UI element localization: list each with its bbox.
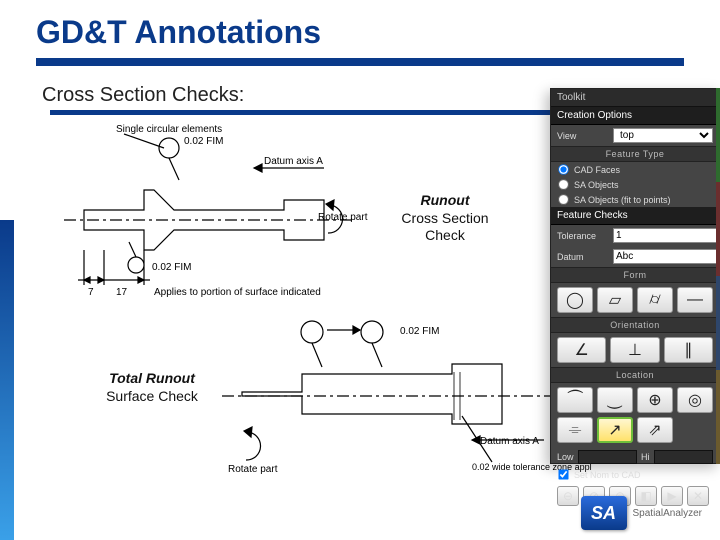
d1-single-elements: Single circular elements <box>116 124 222 135</box>
grid-form: ◯ ▱ ⌭ — <box>551 283 719 317</box>
radio-sa-objects[interactable] <box>558 179 568 189</box>
d1-datum: Datum axis A <box>264 156 323 167</box>
toolkit-panel: Toolkit Creation Options View top Featur… <box>550 88 720 464</box>
btn-a-icon[interactable]: ⊖ <box>557 486 579 506</box>
sec-location: Location <box>551 367 719 383</box>
btn-perpendicularity-icon[interactable]: ⊥ <box>610 337 659 363</box>
subheading: Cross Section Checks: <box>42 84 244 107</box>
side-tab-4[interactable] <box>716 370 720 464</box>
diagram-runout: Single circular elements 0.02 FIM Datum … <box>54 120 374 310</box>
label-runout: Runout Cross Section Check <box>380 192 510 245</box>
d1-applies: Applies to portion of surface indicated <box>154 287 321 298</box>
panel-bar-creation: Creation Options <box>551 107 719 125</box>
label-tolerance: Tolerance <box>557 231 607 241</box>
slide-header: GD&T Annotations <box>36 14 321 51</box>
row-datum: Datum <box>551 246 719 267</box>
btn-angularity-icon[interactable]: ∠ <box>557 337 606 363</box>
d1-fim1: 0.02 FIM <box>184 136 223 147</box>
title-underline <box>36 58 684 66</box>
d2-fim: 0.02 FIM <box>400 326 439 337</box>
input-hi[interactable] <box>654 450 714 464</box>
btn-symmetry-icon[interactable]: ⌯ <box>557 417 593 443</box>
grid-orientation: ∠ ⊥ ∥ <box>551 333 719 367</box>
side-tab-3[interactable] <box>716 276 720 370</box>
input-tolerance[interactable] <box>613 228 720 243</box>
btn-total-runout-icon[interactable]: ⇗ <box>637 417 673 443</box>
btn-concentricity-icon[interactable]: ◎ <box>677 387 713 413</box>
label-runout-l3: Check <box>380 227 510 245</box>
btn-straightness-icon[interactable]: — <box>677 287 713 313</box>
btn-flatness-icon[interactable]: ▱ <box>597 287 633 313</box>
label-hi: Hi <box>641 452 650 462</box>
sub-underline <box>50 110 550 115</box>
slide-title: GD&T Annotations <box>36 14 321 51</box>
label-runout-title: Runout <box>380 192 510 210</box>
sec-form: Form <box>551 267 719 283</box>
radio-sa-fit[interactable] <box>558 194 568 204</box>
diagram-total-runout: 0.02 FIM Rotate part Datum axis A 0.02 w… <box>172 312 592 492</box>
btn-runout-icon[interactable]: ↗ <box>597 417 633 443</box>
lbl-cad-faces: CAD Faces <box>574 165 620 175</box>
label-runout-l2: Cross Section <box>380 210 510 228</box>
sec-feature-type: Feature Type <box>551 146 719 162</box>
left-accent-bar <box>0 220 14 540</box>
d1-fim2: 0.02 FIM <box>152 262 191 273</box>
side-tab-1[interactable] <box>716 88 720 182</box>
grid-location: ⏜ ⏝ ⊕ ◎ ⌯ ↗ ⇗ <box>551 383 719 447</box>
side-tab-2[interactable] <box>716 182 720 276</box>
lbl-set-nom: Set Nom to CAD <box>574 470 641 480</box>
logo: SA SpatialAnalyzer <box>581 496 702 530</box>
panel-title-toolkit: Toolkit <box>551 89 719 107</box>
btn-profile-surface-icon[interactable]: ⏜ <box>557 387 593 413</box>
label-view: View <box>557 131 607 141</box>
lbl-sa-objects: SA Objects <box>574 180 619 190</box>
btn-parallelism-icon[interactable]: ∥ <box>664 337 713 363</box>
row-view: View top <box>551 125 719 146</box>
lbl-sa-fit: SA Objects (fit to points) <box>574 195 671 205</box>
input-low[interactable] <box>578 450 638 464</box>
sec-orientation: Orientation <box>551 317 719 333</box>
input-datum[interactable] <box>613 249 720 264</box>
d1-dim7: 7 <box>88 287 94 298</box>
select-view[interactable]: top <box>613 128 713 143</box>
row-tolerance: Tolerance <box>551 225 719 246</box>
btn-profile-line-icon[interactable]: ⏝ <box>597 387 633 413</box>
d2-datum: Datum axis A <box>480 436 539 447</box>
btn-position-icon[interactable]: ⊕ <box>637 387 673 413</box>
label-low: Low <box>557 452 574 462</box>
d1-rotate-l1: Rotate part <box>318 212 368 223</box>
btn-cylindricity-icon[interactable]: ⌭ <box>637 287 673 313</box>
d2-rotate: Rotate part <box>228 464 278 475</box>
radio-cad-faces[interactable] <box>558 164 568 174</box>
d1-dim17: 17 <box>116 287 128 298</box>
chk-set-nom[interactable] <box>558 469 568 479</box>
side-tabs <box>716 88 720 464</box>
row-low-hi: Low Hi <box>551 447 719 467</box>
logo-badge: SA <box>581 496 627 530</box>
panel-bar-feature-checks: Feature Checks <box>551 207 719 225</box>
btn-circularity-icon[interactable]: ◯ <box>557 287 593 313</box>
logo-text: SpatialAnalyzer <box>633 508 702 519</box>
slide: GD&T Annotations Cross Section Checks: <box>0 0 720 540</box>
label-datum: Datum <box>557 252 607 262</box>
